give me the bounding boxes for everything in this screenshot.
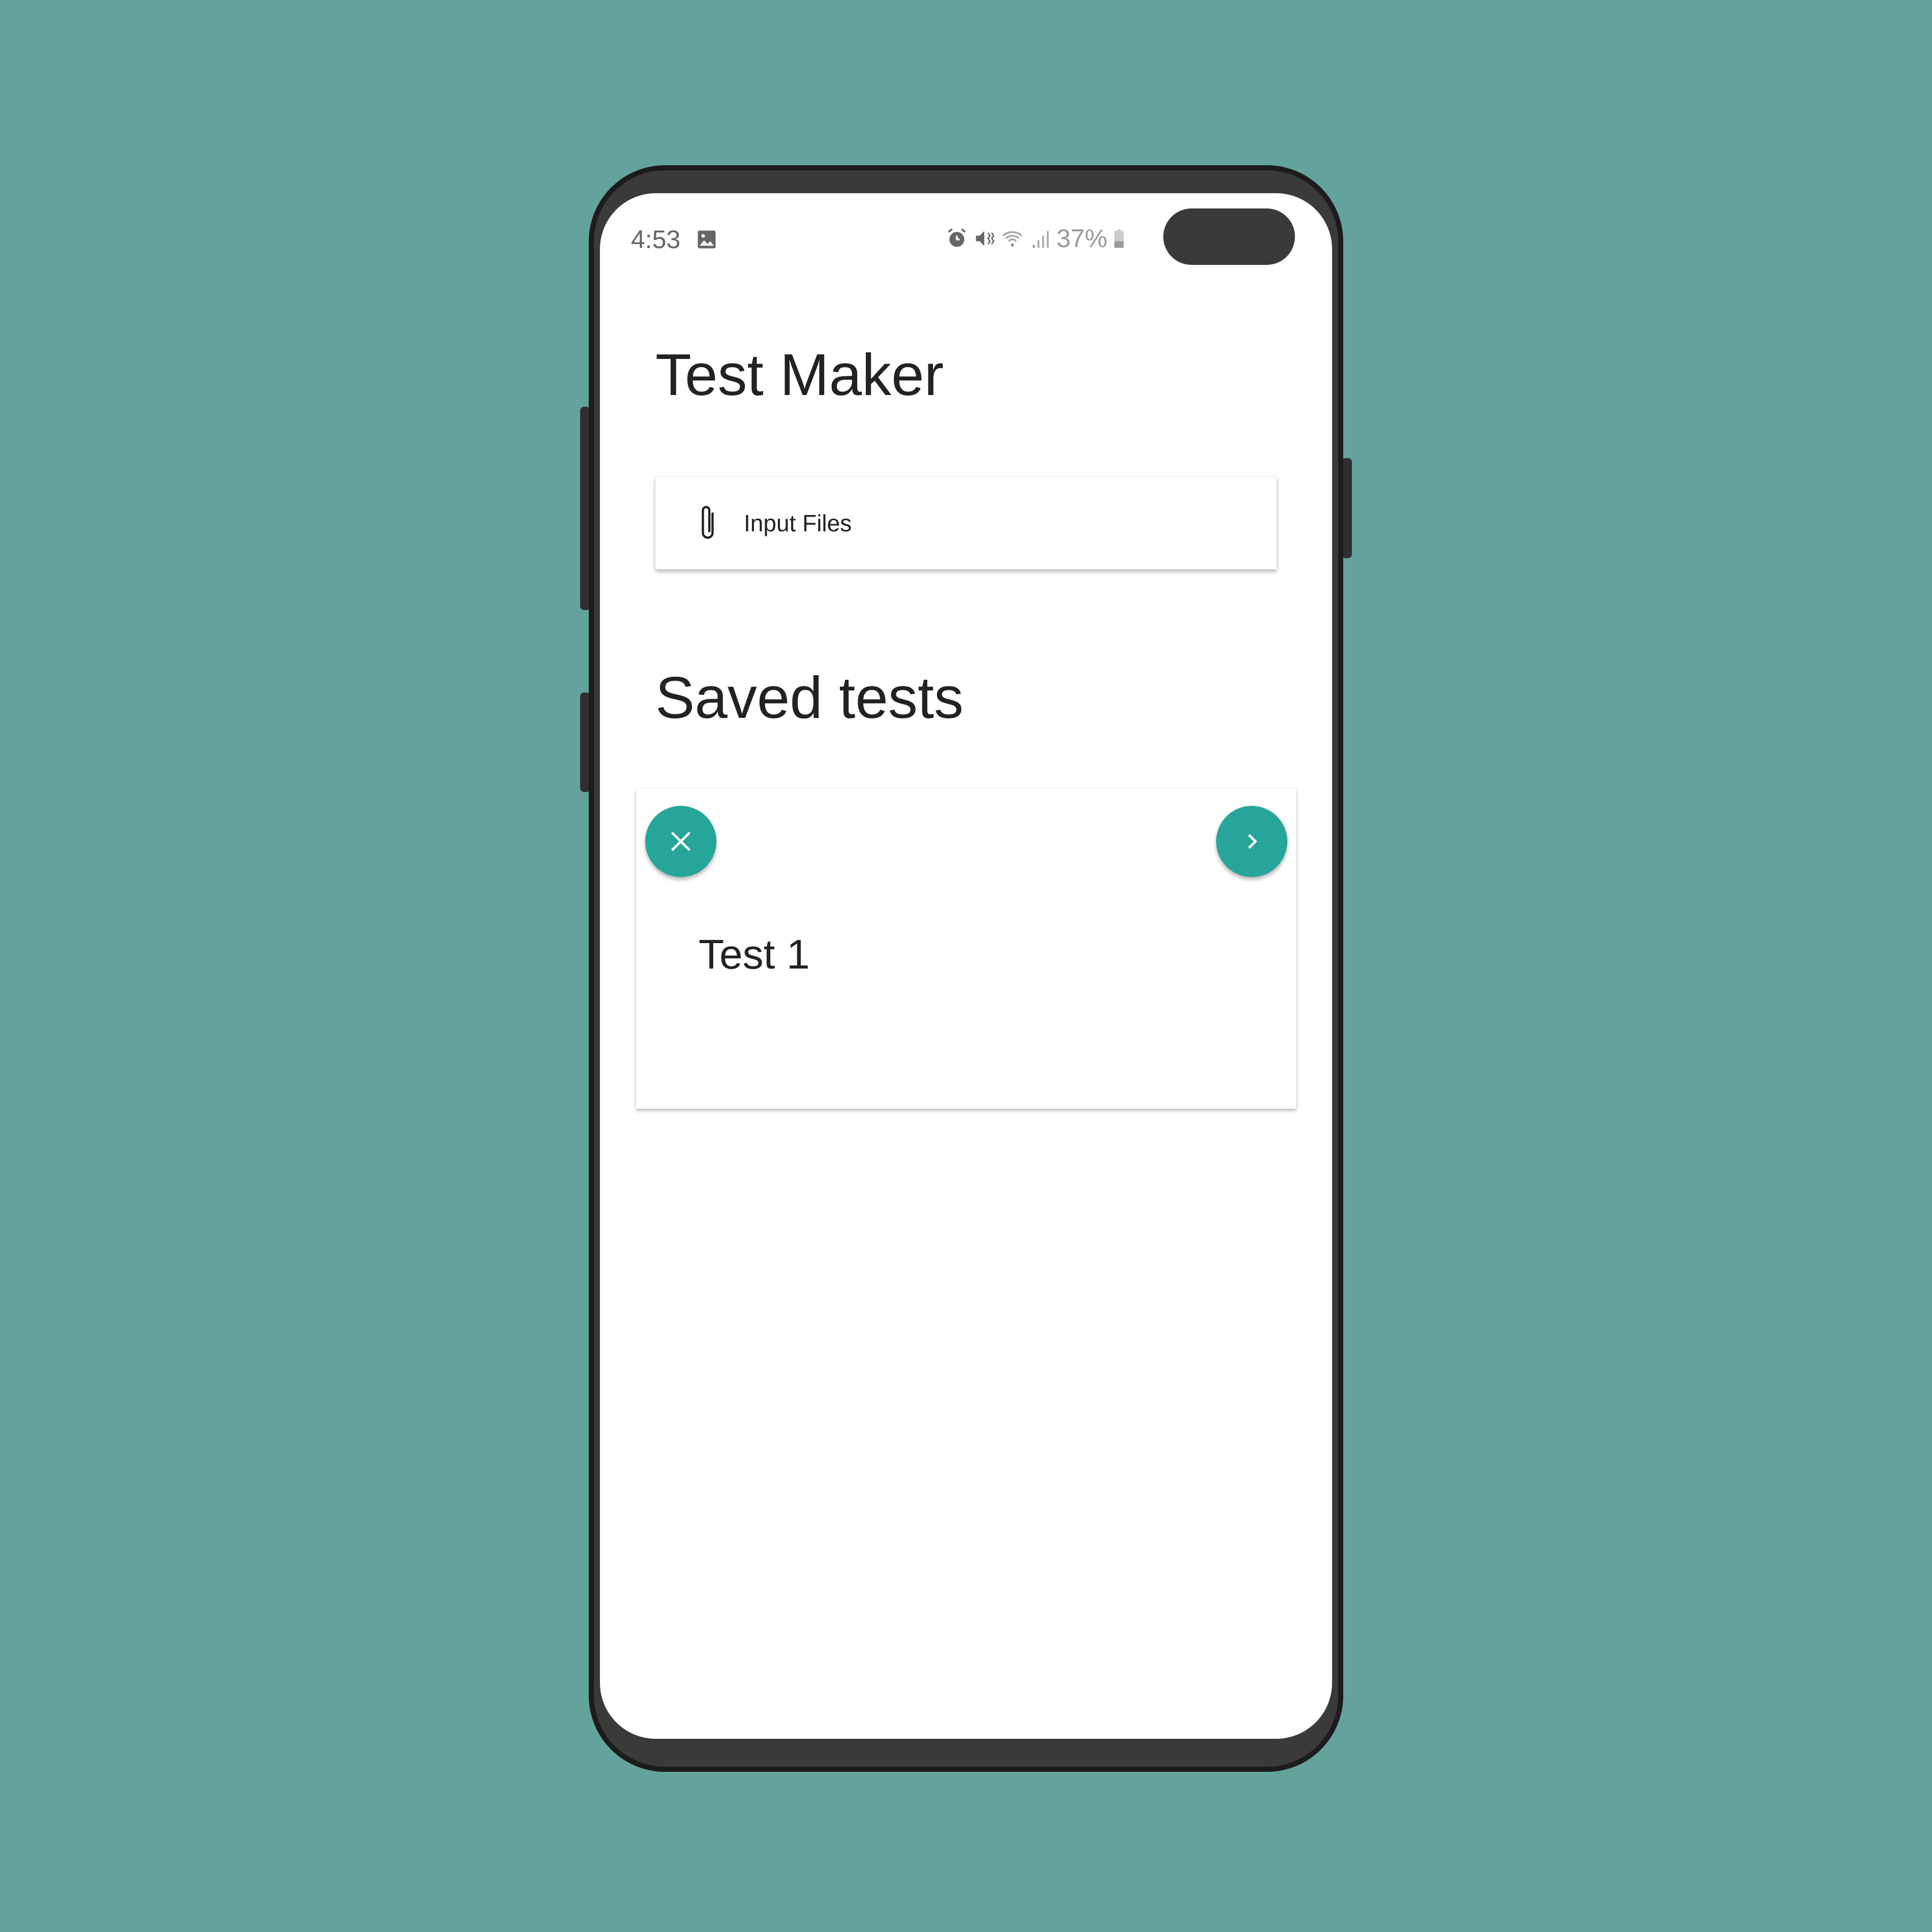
- page-title: Test Maker: [655, 342, 944, 408]
- input-files-button[interactable]: Input Files: [655, 477, 1277, 569]
- alarm-icon: [948, 228, 966, 247]
- phone-screen: 4:53 37% Test Maker Input Files Saved te…: [600, 193, 1332, 1739]
- signal-icon: [1033, 231, 1049, 248]
- test-card[interactable]: Test 1: [636, 789, 1296, 1109]
- power-button: [1342, 458, 1352, 558]
- image-notification-icon: [698, 230, 716, 249]
- chevron-right-icon: [1248, 834, 1257, 849]
- status-icons: 37%: [946, 224, 1126, 253]
- paperclip-icon: [702, 506, 714, 539]
- input-files-label: Input Files: [744, 510, 852, 536]
- battery-percent: 37%: [1056, 224, 1108, 253]
- wifi-icon: [1002, 231, 1022, 247]
- camera-cutout: [1163, 208, 1295, 265]
- open-test-button[interactable]: [1216, 806, 1287, 877]
- saved-tests-heading: Saved tests: [655, 665, 964, 731]
- status-time: 4:53: [631, 225, 681, 254]
- battery-icon: [1114, 229, 1124, 248]
- close-icon: [671, 831, 691, 852]
- test-name: Test 1: [699, 931, 810, 978]
- vibrate-mute-icon: [976, 231, 994, 246]
- delete-test-button[interactable]: [645, 806, 716, 877]
